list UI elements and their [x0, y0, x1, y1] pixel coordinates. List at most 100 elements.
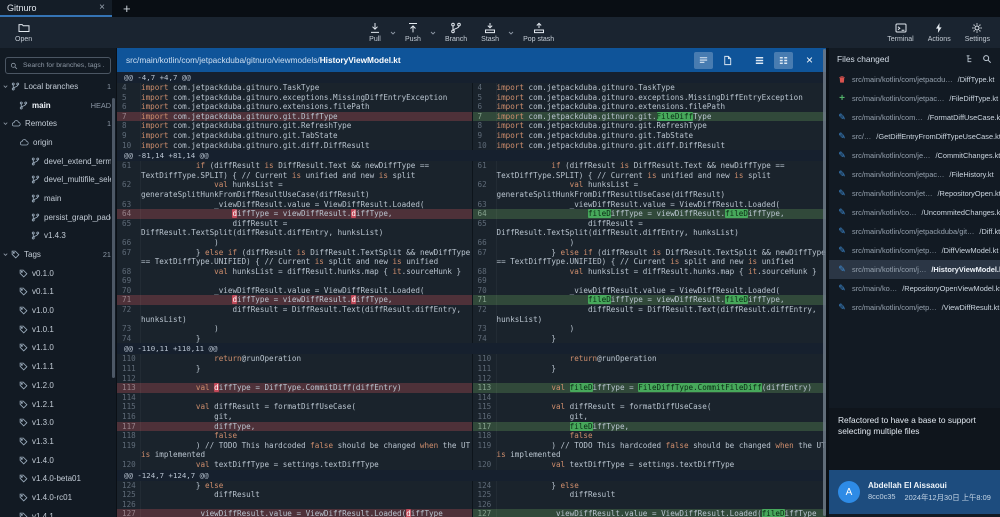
chevron-down-icon[interactable] [0, 251, 11, 258]
tag-item[interactable]: v1.2.0 [0, 376, 116, 395]
tag-icon [19, 306, 28, 315]
keyword: return [214, 354, 241, 363]
branch-button[interactable]: Branch [438, 22, 474, 43]
code-text: false [497, 431, 827, 441]
tag-item[interactable]: v1.4.1 [0, 507, 116, 517]
code-line: 64 fileDiffType = viewDiffResult.fileDif… [473, 209, 827, 219]
changed-file-row[interactable]: ✎src/main/kotlin/com/jet…/RepositoryOpen… [829, 184, 1000, 203]
compact-diff-view-button[interactable] [694, 52, 713, 69]
changed-file-row[interactable]: src/main/kotlin/com/jetpacdu…/DiffType.k… [829, 70, 1000, 89]
branch-item[interactable]: v1.4.3 [0, 227, 116, 246]
keyword: if [583, 248, 592, 257]
tag-icon [19, 325, 28, 334]
remote-item[interactable]: origin [0, 133, 116, 152]
sidebar-section-tags[interactable]: Tags21 [0, 245, 116, 264]
tag-item[interactable]: v1.3.1 [0, 432, 116, 451]
changed-file-row[interactable]: ✎src/main/kotlin/com/jetp…/ViewDiffResul… [829, 298, 1000, 317]
new-tab-button[interactable]: + [112, 0, 142, 17]
split-diff-button[interactable] [774, 52, 793, 69]
tag-item[interactable]: v1.2.1 [0, 395, 116, 414]
keyword: else [561, 248, 579, 257]
tab-gitnuro[interactable]: Gitnuro × [0, 0, 112, 17]
keyword: if [228, 248, 237, 257]
keyword: false [570, 431, 593, 440]
branch-item[interactable]: devel_extend_termina [0, 152, 116, 171]
tag-item[interactable]: v1.0.0 [0, 301, 116, 320]
branch-item[interactable]: mainHEAD [0, 96, 116, 115]
search-input[interactable] [21, 61, 106, 70]
terminal-button[interactable]: Terminal [880, 22, 920, 43]
tag-item[interactable]: v1.4.0 [0, 451, 116, 470]
push-options-chevron-icon[interactable] [429, 29, 437, 37]
changed-file-row[interactable]: ✎src/…/GetDiffEntryFromDiffTypeUseCase.k… [829, 127, 1000, 146]
code-line: 127 _viewDiffResult.value = ViewDiffResu… [117, 509, 472, 517]
tag-item[interactable]: v1.4.0-beta01 [0, 469, 116, 488]
line-number: 112 [473, 374, 497, 384]
changed-file-row[interactable]: +src/main/kotlin/com/jetpac…/FileDiffTyp… [829, 89, 1000, 108]
line-number: 8 [117, 121, 141, 131]
changed-file-row[interactable]: ✎src/main/ko…/RepositoryOpenViewModel.kt [829, 279, 1000, 298]
tag-item[interactable]: v0.1.0 [0, 264, 116, 283]
chevron-down-icon[interactable] [0, 83, 11, 90]
branch-icon [31, 194, 40, 203]
keyword: return [570, 354, 597, 363]
close-diff-icon[interactable]: × [798, 53, 817, 67]
changed-file-row[interactable]: ✎src/main/kotlin/com/jetp…/DiffViewModel… [829, 241, 1000, 260]
actions-button[interactable]: Actions [921, 22, 958, 43]
repository-tree: Local branches1mainHEADRemotes1origindev… [0, 77, 116, 517]
file-path: src/main/kotlin/com/jetpacdu… [852, 75, 953, 84]
line-number: 68 [117, 267, 141, 277]
tag-item[interactable]: v1.1.0 [0, 339, 116, 358]
keyword: else [205, 248, 223, 257]
pull-options-chevron-icon[interactable] [389, 29, 397, 37]
line-number: 116 [117, 412, 141, 422]
diff-scrollbar[interactable] [823, 49, 826, 516]
commit-message: Refactored to have a base to support sel… [829, 408, 1000, 470]
code-line: 110 return@runOperation [117, 354, 472, 364]
changed-file-row[interactable]: ✎src/main/kotlin/com/je…/CommitChanges.k… [829, 146, 1000, 165]
code-line: 115 val diffResult = formatDiffUseCase( [117, 402, 472, 412]
pop-stash-button[interactable]: Pop stash [516, 22, 561, 43]
sidebar-scrollbar[interactable] [112, 98, 115, 378]
changed-file-row[interactable]: ✎src/main/kotlin/com/jetpac…/FileHistory… [829, 165, 1000, 184]
open-repository-button[interactable]: Open [8, 22, 39, 43]
settings-button[interactable]: Settings [958, 22, 997, 43]
tag-item[interactable]: v1.0.1 [0, 320, 116, 339]
sidebar-section-remotes[interactable]: Remotes1 [0, 114, 116, 133]
commit-author-bar[interactable]: A Abdellah El Aissaoui 8cc0c35 2024年12月3… [829, 470, 1000, 514]
stash-options-chevron-icon[interactable] [507, 29, 515, 37]
unified-diff-button[interactable] [750, 52, 769, 69]
push-button[interactable]: Push [398, 22, 428, 43]
code-text: _viewDiffResult.value = ViewDiffResult.L… [497, 509, 827, 517]
item-label: v1.4.0-beta01 [32, 474, 81, 483]
code-text: import com.jetpackduba.gitnuro.git.FileD… [497, 112, 827, 122]
changed-file-row[interactable]: ✎src/main/kotlin/co…/UncommitedChanges.k… [829, 203, 1000, 222]
file-path: src/main/kotlin/com/jet… [852, 189, 933, 198]
sidebar-section-local-branches[interactable]: Local branches1 [0, 77, 116, 96]
pull-icon [369, 22, 381, 34]
branch-search-box[interactable] [5, 57, 111, 74]
tag-item[interactable]: v1.4.0-rc01 [0, 488, 116, 507]
tag-icon [19, 512, 28, 517]
tag-item[interactable]: v1.3.0 [0, 413, 116, 432]
branch-item[interactable]: persist_graph_paddin [0, 208, 116, 227]
group-by-directory-icon[interactable] [965, 54, 975, 64]
full-file-view-button[interactable] [718, 52, 737, 69]
branch-item[interactable]: main [0, 189, 116, 208]
changed-file-row[interactable]: ✎src/main/kotlin/com/jetpackduba/git…/Di… [829, 222, 1000, 241]
file-path: src/main/kotlin/com/jetpac… [852, 170, 944, 179]
file-path: src/main/kotlin/com… [852, 113, 923, 122]
branch-item[interactable]: devel_multifile_select [0, 170, 116, 189]
tag-item[interactable]: v0.1.1 [0, 283, 116, 302]
line-number: 71 [117, 295, 141, 305]
chevron-down-icon[interactable] [0, 120, 11, 127]
pull-button[interactable]: Pull [362, 22, 388, 43]
tag-item[interactable]: v1.1.1 [0, 357, 116, 376]
keyword: is [652, 248, 661, 257]
files-search-icon[interactable] [982, 54, 992, 64]
avatar: A [838, 481, 860, 503]
tab-close-icon[interactable]: × [99, 3, 105, 13]
stash-button[interactable]: Stash [474, 22, 506, 43]
changed-file-row[interactable]: ✎src/main/kotlin/com…/FormatDiffUseCase.… [829, 108, 1000, 127]
changed-file-row[interactable]: ✎src/main/kotlin/com/j…/HistoryViewModel… [829, 260, 1000, 279]
